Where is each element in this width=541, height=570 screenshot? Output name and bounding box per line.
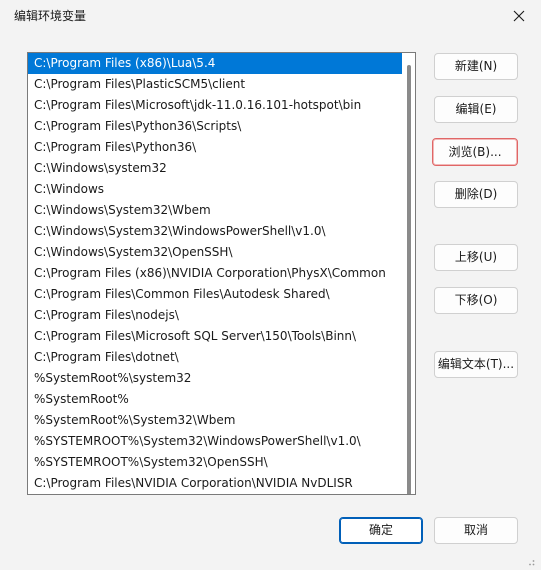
path-list-item[interactable]: %SystemRoot%\system32 — [28, 368, 402, 389]
path-list-item[interactable]: C:\Program Files\Microsoft SQL Server\15… — [28, 326, 402, 347]
path-list-item[interactable]: C:\Windows — [28, 179, 402, 200]
edit-environment-variable-dialog: 编辑环境变量 C:\Program Files (x86)\Lua\5.4 C:\… — [0, 0, 541, 570]
edit-text-button[interactable]: 编辑文本(T)... — [434, 351, 518, 378]
path-list-item[interactable]: C:\Windows\System32\OpenSSH\ — [28, 242, 402, 263]
path-list-item[interactable]: C:\Windows\system32 — [28, 158, 402, 179]
ok-button[interactable]: 确定 — [339, 517, 423, 544]
path-list-item[interactable]: C:\Windows\System32\Wbem — [28, 200, 402, 221]
scrollbar-thumb[interactable] — [407, 65, 411, 494]
path-list-item[interactable]: %SystemRoot%\System32\Wbem — [28, 410, 402, 431]
edit-button[interactable]: 编辑(E) — [434, 96, 518, 123]
move-up-button[interactable]: 上移(U) — [434, 244, 518, 271]
path-list-item[interactable]: C:\Windows\System32\WindowsPowerShell\v1… — [28, 221, 402, 242]
move-down-button[interactable]: 下移(O) — [434, 287, 518, 314]
path-list-item[interactable]: C:\Program Files\Python36\ — [28, 137, 402, 158]
cancel-button[interactable]: 取消 — [434, 517, 518, 544]
path-list-item[interactable]: C:\Program Files\nodejs\ — [28, 305, 402, 326]
path-list-item[interactable]: C:\Program Files\Microsoft\jdk-11.0.16.1… — [28, 95, 402, 116]
dialog-title: 编辑环境变量 — [14, 9, 87, 23]
browse-button[interactable]: 浏览(B)... — [432, 138, 518, 166]
path-list-item[interactable]: C:\Program Files\Common Files\Autodesk S… — [28, 284, 402, 305]
path-list-item[interactable]: %SYSTEMROOT%\System32\WindowsPowerShell\… — [28, 431, 402, 452]
path-list-item[interactable]: C:\Program Files\PlasticSCM5\client — [28, 74, 402, 95]
path-list[interactable]: C:\Program Files (x86)\Lua\5.4 C:\Program… — [27, 52, 416, 495]
path-list-item[interactable]: C:\Program Files\dotnet\ — [28, 347, 402, 368]
path-list-item[interactable]: %SystemRoot% — [28, 389, 402, 410]
path-list-item[interactable]: C:\Program Files\NVIDIA Corporation\NVID… — [28, 473, 402, 494]
new-button[interactable]: 新建(N) — [434, 53, 518, 80]
path-list-item[interactable]: C:\Program Files (x86)\NVIDIA Corporatio… — [28, 263, 402, 284]
path-list-items: C:\Program Files (x86)\Lua\5.4 C:\Program… — [28, 53, 402, 494]
close-button[interactable] — [505, 2, 533, 30]
path-list-item[interactable]: %SYSTEMROOT%\System32\OpenSSH\ — [28, 452, 402, 473]
path-list-item[interactable]: C:\Program Files (x86)\Lua\5.4 — [28, 53, 402, 74]
delete-button[interactable]: 删除(D) — [434, 181, 518, 208]
vertical-scrollbar[interactable] — [403, 53, 415, 494]
resize-grip-icon[interactable] — [525, 556, 535, 566]
title-bar[interactable]: 编辑环境变量 — [0, 0, 541, 32]
path-list-item[interactable]: C:\Program Files\Python36\Scripts\ — [28, 116, 402, 137]
close-icon — [513, 10, 525, 22]
